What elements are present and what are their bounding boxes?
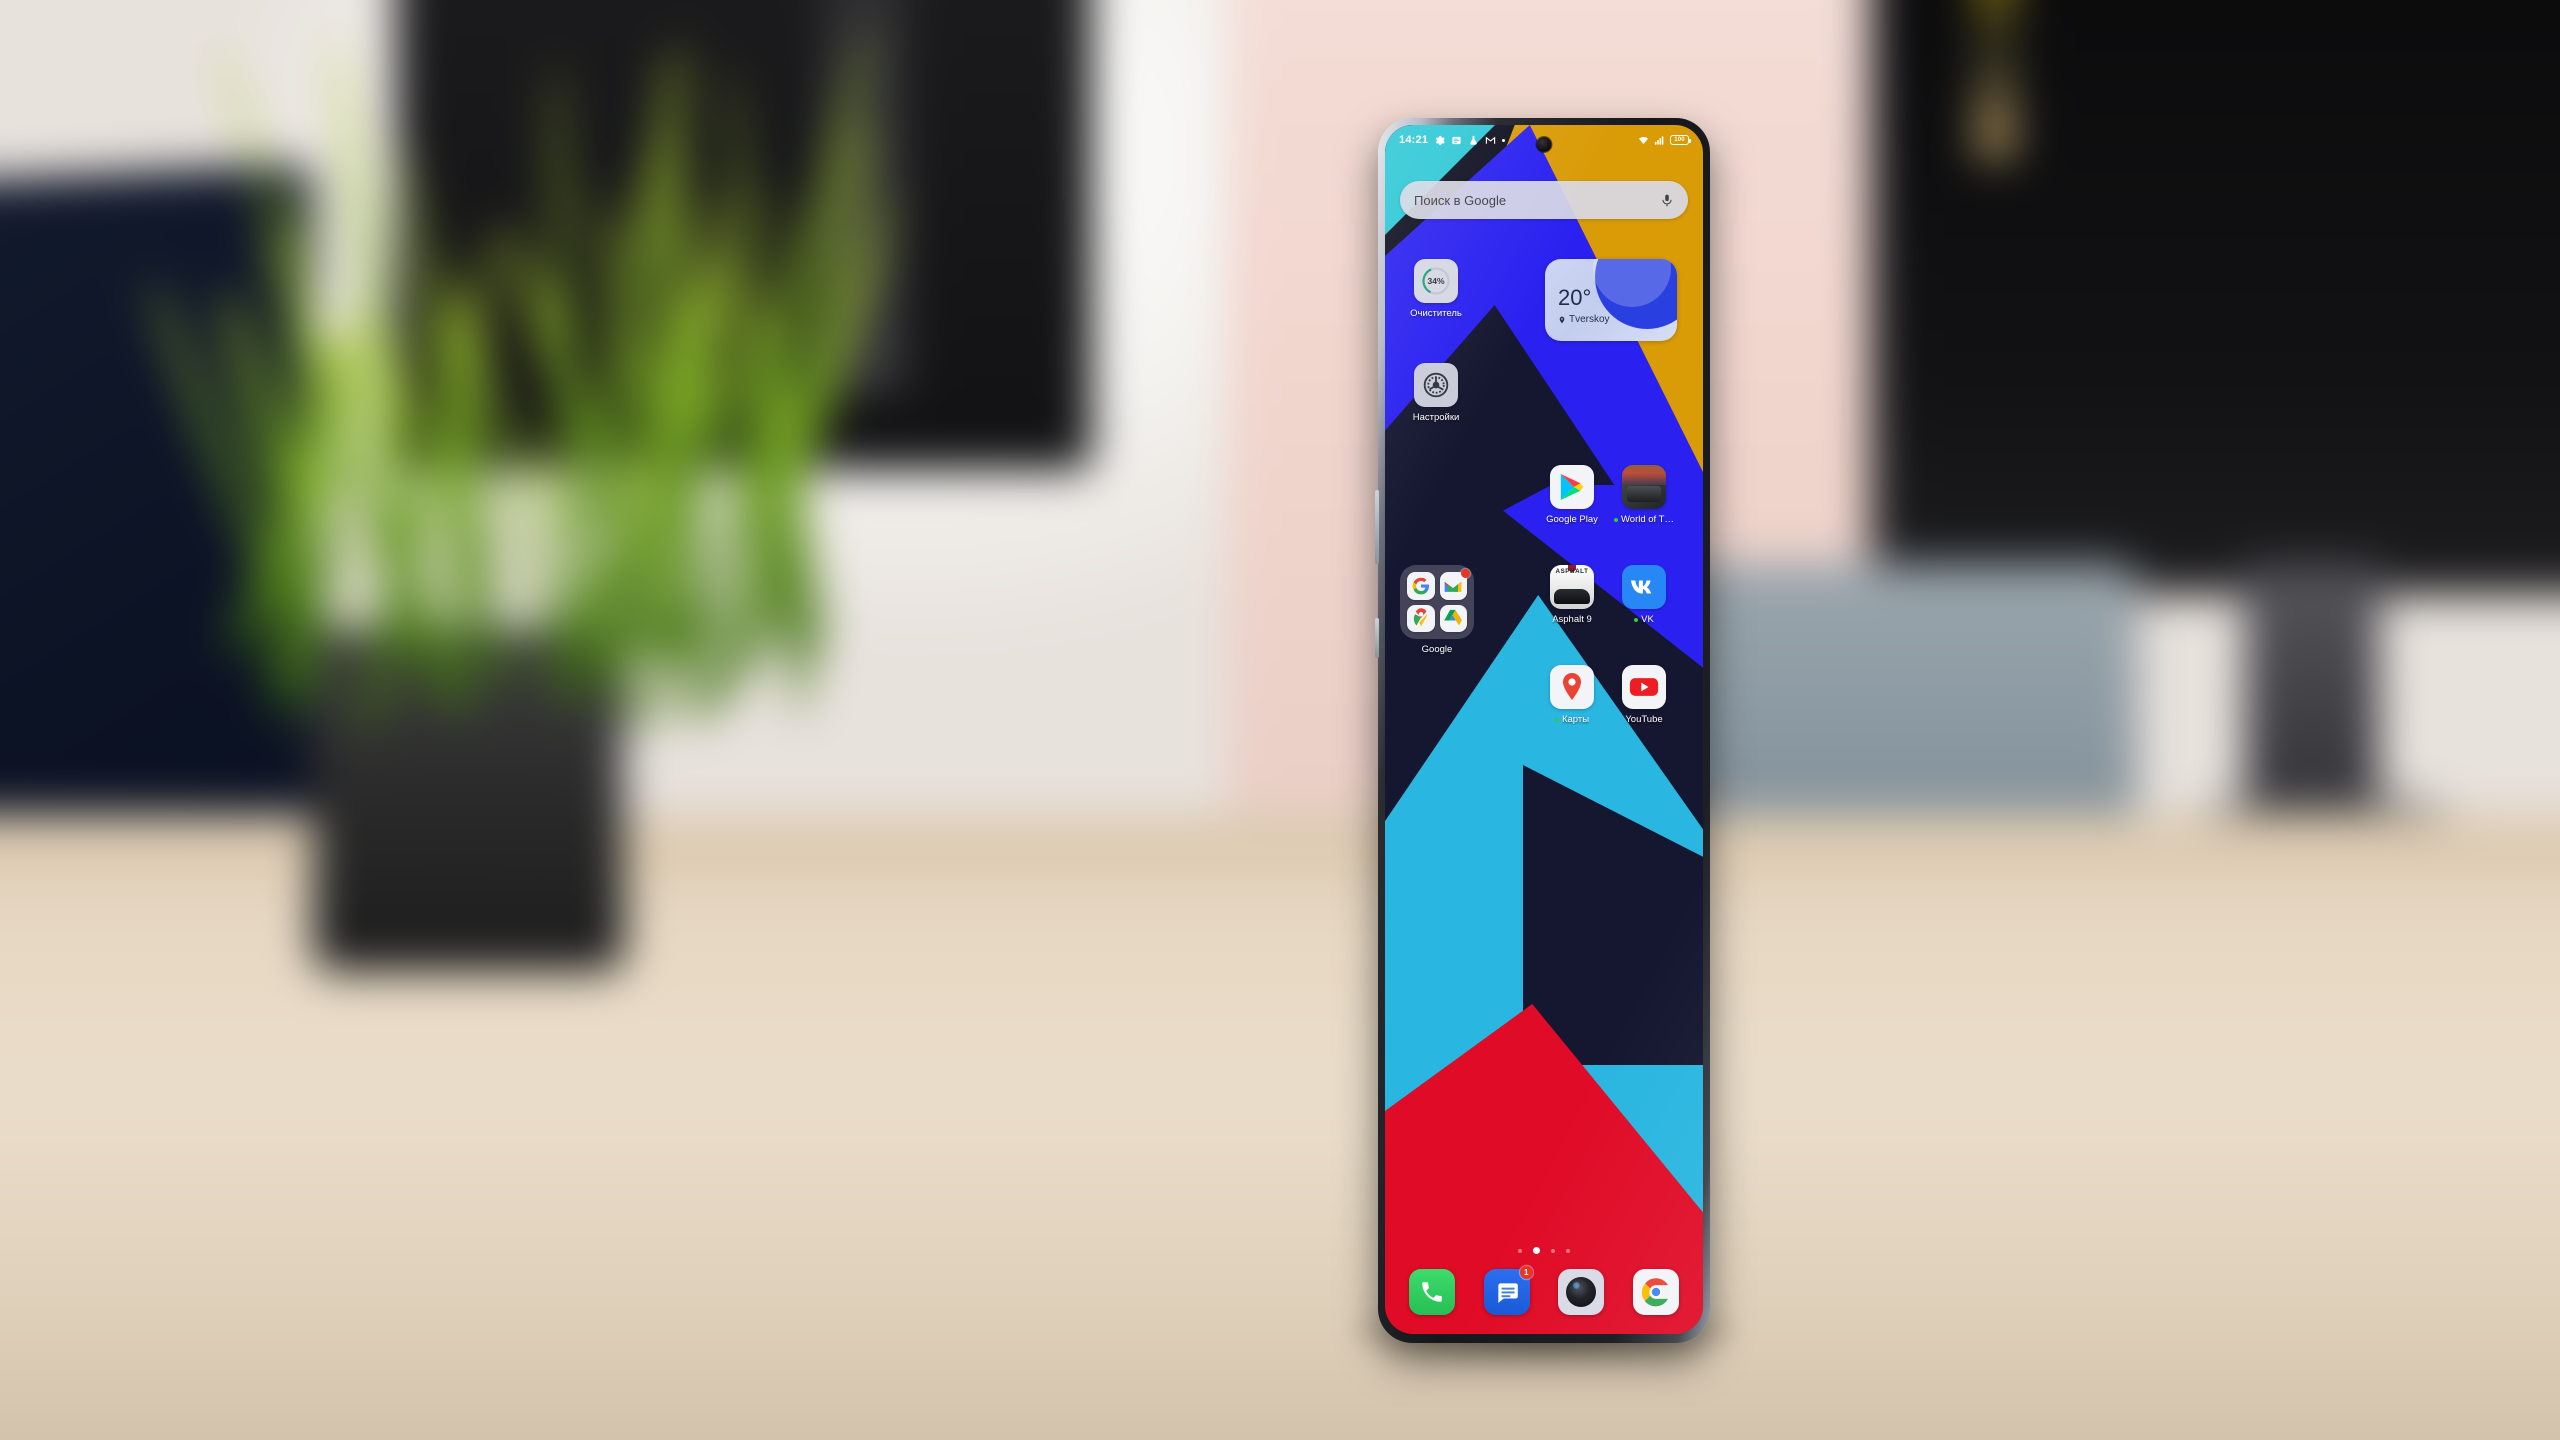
google-g-icon [1411,576,1431,596]
weather-location: Tverskoy [1558,314,1610,325]
maps-pin-icon [1560,672,1584,702]
power-button[interactable] [1375,618,1379,658]
dock[interactable]: 1 [1385,1264,1703,1320]
youtube-play-icon [1629,676,1659,698]
weather-location-text: Tverskoy [1569,314,1610,325]
dock-item-phone[interactable] [1409,1269,1455,1315]
wot-art-sky [1622,465,1666,485]
dock-item-chrome[interactable] [1633,1269,1679,1315]
app-label-google-play: Google Play [1546,514,1598,525]
folder-item-google [1407,572,1435,600]
vk-logo-icon [1630,578,1658,596]
app-google-play[interactable]: Google Play [1535,465,1609,525]
asphalt-9-icon[interactable]: ASPHALT [1550,565,1594,609]
vk-icon[interactable] [1622,565,1666,609]
folder-icon[interactable] [1400,565,1474,639]
play-triangle-icon [1559,473,1585,501]
phone-screen[interactable]: 14:21 100 Поиск в Google 34% Очиститель … [1385,125,1703,1334]
status-time: 14:21 [1399,134,1428,146]
settings-icon[interactable] [1414,363,1458,407]
microphone-icon[interactable] [1660,192,1674,209]
tank-icon [1627,486,1661,502]
camera-app-icon[interactable] [1558,1269,1604,1315]
location-pin-icon [1558,315,1566,325]
race-car-icon [1554,589,1590,604]
app-label-maps: Карты [1562,714,1589,725]
smartphone: 14:21 100 Поиск в Google 34% Очиститель … [1378,118,1710,1343]
notes-icon [1451,135,1462,146]
background-monitor-right [1870,0,2560,595]
drive-icon [1443,609,1463,627]
battery-level: 100 [1674,137,1685,143]
app-label-settings: Настройки [1413,412,1460,423]
gear-icon [1419,368,1453,402]
app-label-world-of-tanks: World of T… [1621,514,1674,525]
message-bubble-icon [1494,1280,1520,1304]
maps-icon[interactable] [1550,665,1594,709]
app-label-asphalt-9: Asphalt 9 [1552,614,1592,625]
maps-pin-icon [1412,608,1430,628]
app-asphalt-9[interactable]: ASPHALT Asphalt 9 [1535,565,1609,625]
cleaner-percent: 34% [1421,266,1451,296]
photo-scene: 14:21 100 Поиск в Google 34% Очиститель … [0,0,2560,1440]
app-settings[interactable]: Настройки [1399,363,1473,423]
app-label-cleaner: Очиститель [1410,308,1462,319]
home-screen-grid[interactable]: 34% Очиститель 20° Tverskoy Настройки Go… [1385,235,1703,1238]
wifi-icon [1638,135,1649,146]
background-yellow-pole [1977,0,2015,158]
page-dot-2[interactable] [1551,1249,1555,1253]
app-google-folder[interactable]: Google [1395,565,1479,655]
world-of-tanks-icon[interactable] [1622,465,1666,509]
plant-foliage [181,34,824,689]
volume-button[interactable] [1375,490,1379,564]
gear-icon [1434,135,1445,146]
dot-icon [1502,139,1505,142]
app-label-google-folder: Google [1422,644,1453,655]
google-play-icon[interactable] [1550,465,1594,509]
dock-item-messages[interactable]: 1 [1484,1269,1530,1315]
front-camera-punch-hole [1537,137,1552,152]
phone-app-icon[interactable] [1409,1269,1455,1315]
flask-icon [1468,135,1479,146]
gmail-icon [1443,578,1463,594]
camera-lens-icon [1566,1277,1596,1307]
dock-item-camera[interactable] [1558,1269,1604,1315]
signal-icon [1654,135,1665,146]
weather-temperature: 20° [1558,285,1591,311]
folder-item-maps [1407,605,1435,633]
app-maps[interactable]: Карты [1535,665,1609,725]
page-dot-1[interactable] [1533,1247,1540,1254]
handset-icon [1419,1279,1445,1305]
page-indicator[interactable] [1385,1247,1703,1254]
messages-app-icon[interactable]: 1 [1484,1269,1530,1315]
battery-icon: 100 [1670,135,1689,145]
search-input-placeholder[interactable]: Поиск в Google [1414,193,1660,208]
running-indicator-dot [1555,718,1559,722]
google-search-bar[interactable]: Поиск в Google [1400,181,1688,219]
page-dot-0[interactable] [1518,1249,1522,1253]
app-youtube[interactable]: YouTube [1607,665,1681,725]
running-indicator-dot [1634,618,1638,622]
chrome-icon [1641,1277,1671,1307]
app-cleaner[interactable]: 34% Очиститель [1399,259,1473,319]
weather-widget[interactable]: 20° Tverskoy [1545,259,1677,341]
running-indicator-dot [1614,518,1618,522]
messages-badge: 1 [1520,1266,1533,1279]
app-world-of-tanks[interactable]: World of T… [1607,465,1681,525]
blurred-background [0,0,2560,1440]
app-label-youtube: YouTube [1625,714,1662,725]
notification-badge [1461,569,1470,578]
asphalt-wordmark: ASPHALT [1550,568,1594,575]
folder-item-drive [1440,605,1468,633]
app-vk[interactable]: VK [1607,565,1681,625]
gmail-icon [1485,135,1496,146]
folder-item-gmail [1440,572,1468,600]
app-label-vk: VK [1641,614,1654,625]
page-dot-3[interactable] [1566,1249,1570,1253]
chrome-app-icon[interactable] [1633,1269,1679,1315]
cleaner-icon[interactable]: 34% [1414,259,1458,303]
youtube-icon[interactable] [1622,665,1666,709]
